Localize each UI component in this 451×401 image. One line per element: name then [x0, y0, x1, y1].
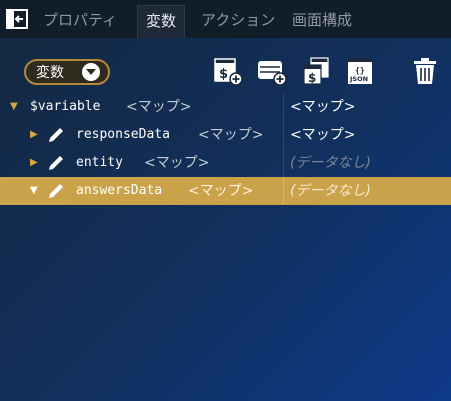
- tree-row[interactable]: ▼ $variable <マップ> <マップ>: [0, 93, 451, 121]
- variable-tree: ▼ $variable <マップ> <マップ> ▶ responseData <…: [0, 93, 451, 205]
- svg-text:$: $: [219, 67, 228, 82]
- tab-screen-structure[interactable]: 画面構成: [292, 10, 352, 30]
- expanded-triangle-icon[interactable]: ▼: [30, 177, 38, 205]
- svg-text:{}: {}: [355, 66, 365, 75]
- add-variable-icon[interactable]: $: [213, 56, 243, 86]
- tree-row-selected[interactable]: ▼ answersData <マップ> (データなし): [0, 177, 451, 205]
- tree-row[interactable]: ▶ responseData <マップ> <マップ>: [0, 121, 451, 149]
- collapsed-triangle-icon[interactable]: ▶: [30, 121, 38, 149]
- column-divider: [283, 121, 284, 149]
- variable-name: entity: [76, 155, 123, 170]
- duplicate-variable-icon[interactable]: $: [301, 56, 331, 86]
- column-divider: [283, 93, 284, 121]
- tab-variables[interactable]: 変数: [137, 5, 186, 38]
- variable-name: $variable: [30, 99, 101, 114]
- expanded-triangle-icon[interactable]: ▼: [10, 93, 18, 121]
- tab-actions[interactable]: アクション: [201, 10, 275, 30]
- tab-properties[interactable]: プロパティ: [43, 10, 117, 30]
- add-database-variable-icon[interactable]: [257, 56, 287, 86]
- variable-value: (データなし): [290, 155, 371, 171]
- json-icon[interactable]: {} JSON: [345, 56, 375, 86]
- variable-name: responseData: [76, 127, 170, 142]
- toolbar: 変数 $ $ {} JSON: [0, 38, 451, 93]
- variable-type: <マップ>: [144, 155, 210, 171]
- pencil-icon[interactable]: [48, 183, 64, 199]
- variable-type: <マップ>: [188, 183, 254, 199]
- variable-value: (データなし): [290, 183, 371, 199]
- tree-row[interactable]: ▶ entity <マップ> (データなし): [0, 149, 451, 177]
- variable-value: <マップ>: [290, 99, 356, 115]
- json-label: JSON: [349, 75, 368, 83]
- tab-bar: プロパティ 変数 アクション 画面構成: [0, 0, 451, 38]
- variable-select[interactable]: 変数: [24, 59, 110, 85]
- svg-text:$: $: [308, 71, 316, 85]
- dock-panel-icon[interactable]: [6, 9, 28, 29]
- variable-value: <マップ>: [290, 127, 356, 143]
- pencil-icon[interactable]: [48, 155, 64, 171]
- column-divider: [283, 177, 284, 205]
- trash-icon[interactable]: [410, 56, 440, 86]
- variable-select-label: 変数: [36, 65, 64, 81]
- variable-type: <マップ>: [126, 99, 192, 115]
- column-divider: [283, 149, 284, 177]
- variable-name: answersData: [76, 183, 163, 198]
- collapsed-triangle-icon[interactable]: ▶: [30, 149, 38, 177]
- variable-type: <マップ>: [198, 127, 264, 143]
- pencil-icon[interactable]: [48, 127, 64, 143]
- chevron-down-icon: [82, 63, 100, 81]
